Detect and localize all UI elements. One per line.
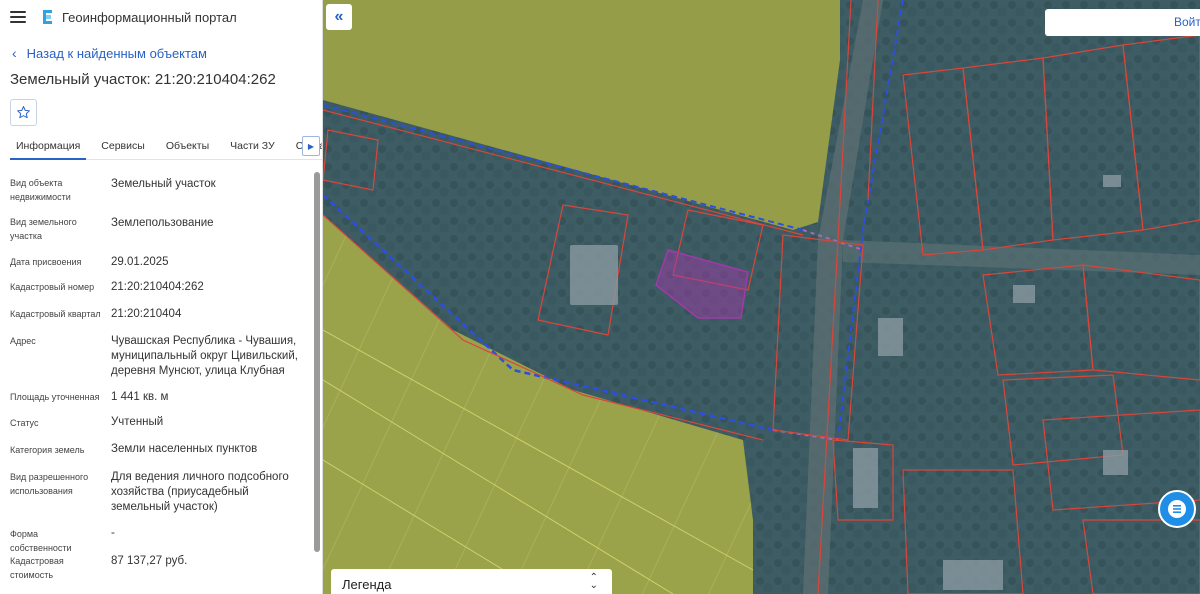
tab-scroll-right-button[interactable]: ▶ bbox=[302, 136, 320, 156]
chevron-left-icon: ‹ bbox=[12, 45, 17, 61]
map-canvas[interactable] bbox=[323, 0, 1200, 594]
scrollbar-thumb[interactable] bbox=[314, 172, 320, 552]
collapse-sidebar-button[interactable]: « bbox=[326, 4, 352, 30]
property-label: Статус bbox=[10, 418, 39, 428]
login-button[interactable]: Войти bbox=[1045, 9, 1200, 36]
legend-panel[interactable]: Легенда ⌃ ⌄ bbox=[331, 569, 612, 594]
app-header: Геоинформационный портал bbox=[0, 0, 322, 34]
hamburger-icon[interactable] bbox=[10, 11, 26, 23]
sidebar-scrollbar[interactable] bbox=[314, 172, 320, 552]
caret-right-icon: ▶ bbox=[307, 141, 315, 151]
property-label: Кадастровый квартал bbox=[10, 309, 101, 319]
property-value: 21:20:210404:262 bbox=[111, 281, 204, 293]
login-label: Войти bbox=[1174, 15, 1200, 29]
chat-button[interactable] bbox=[1158, 490, 1196, 528]
back-to-results-link[interactable]: ‹ Назад к найденным объектам bbox=[12, 45, 207, 61]
property-label: Форма собственности bbox=[10, 529, 72, 553]
tab-bar: Информация Сервисы Объекты Части ЗУ Сост… bbox=[10, 134, 322, 160]
chat-icon bbox=[1168, 500, 1186, 518]
favorite-button[interactable] bbox=[10, 99, 37, 126]
property-value: 87 137,27 руб. bbox=[111, 555, 188, 567]
property-value: Земельный участок bbox=[111, 178, 216, 190]
map-view[interactable] bbox=[323, 0, 1200, 594]
page-title: Земельный участок: 21:20:210404:262 bbox=[10, 71, 276, 88]
tab-parts[interactable]: Части ЗУ bbox=[224, 134, 281, 160]
info-sidebar: Геоинформационный портал ‹ Назад к найде… bbox=[0, 0, 323, 594]
property-label: Кадастровая стоимость bbox=[10, 556, 64, 580]
property-value: Землепользование bbox=[111, 217, 214, 229]
property-value: 21:20:210404 bbox=[111, 308, 182, 320]
property-label: Категория земель bbox=[10, 445, 85, 455]
property-label: Кадастровый номер bbox=[10, 282, 95, 292]
star-icon bbox=[17, 106, 30, 119]
portal-logo-icon bbox=[43, 10, 52, 24]
property-value: Чувашская Республика - Чувашия, муниципа… bbox=[111, 335, 298, 377]
property-label: Адрес bbox=[10, 336, 36, 346]
property-label: Вид объекта недвижимости bbox=[10, 178, 71, 202]
property-label: Площадь уточненная bbox=[10, 392, 100, 402]
tab-info[interactable]: Информация bbox=[10, 134, 87, 160]
property-label: Вид земельного участка bbox=[10, 217, 77, 241]
app-title: Геоинформационный портал bbox=[62, 9, 237, 25]
property-label: Дата присвоения bbox=[10, 257, 82, 267]
chevron-up-down-icon[interactable]: ⌃ ⌄ bbox=[590, 573, 598, 591]
property-value: 1 441 кв. м bbox=[111, 391, 169, 403]
legend-label: Легенда bbox=[342, 576, 392, 592]
property-value: Учтенный bbox=[111, 416, 164, 428]
double-chevron-left-icon: « bbox=[334, 8, 344, 25]
property-value: Для ведения личного подсобного хозяйства… bbox=[111, 471, 289, 513]
property-value: - bbox=[111, 527, 115, 539]
property-value: Земли населенных пунктов bbox=[111, 443, 258, 455]
property-label: Вид разрешенного использования bbox=[10, 472, 89, 496]
property-value: 29.01.2025 bbox=[111, 256, 169, 268]
tab-objects[interactable]: Объекты bbox=[160, 134, 215, 160]
tab-services[interactable]: Сервисы bbox=[95, 134, 151, 160]
back-link-label: Назад к найденным объектам bbox=[26, 45, 207, 61]
